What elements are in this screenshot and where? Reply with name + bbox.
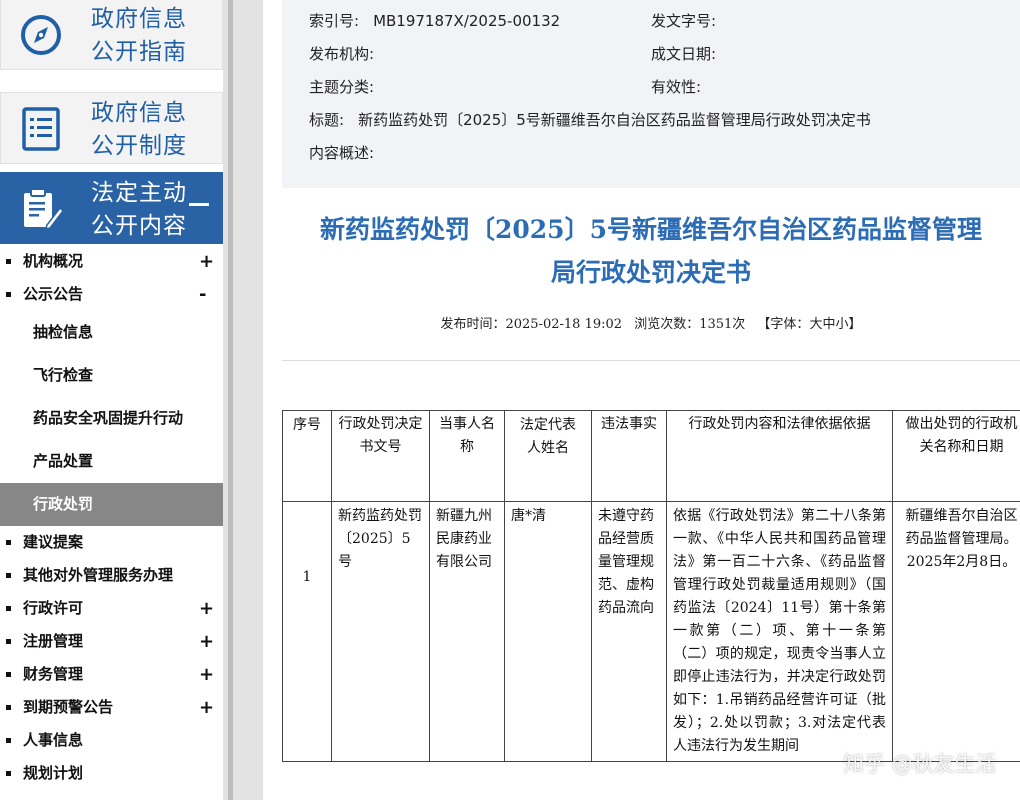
sidebar: 政府信息 公开指南 政府信息 公开制度 法定主动 公开内容 机构概况 + 公示公… — [0, 0, 223, 800]
cell-content: 依据《行政处罚法》第二十八条第一款、《中华人民共和国药品管理法》第一百二十六条、… — [666, 501, 893, 762]
col-header-facts: 违法事实 — [591, 410, 667, 502]
expand-icon[interactable]: + — [199, 658, 214, 691]
col-header-authority: 做出处罚的行政机关名称和日期 — [892, 410, 1020, 502]
cell-facts: 未遵守药品经营质量管理规范、虚构药品流向 — [591, 501, 667, 762]
document-edit-icon — [24, 188, 64, 231]
bullet-icon — [6, 573, 11, 578]
menu-item-admin-license[interactable]: 行政许可 + — [0, 592, 223, 625]
font-size-medium[interactable]: 中 — [822, 317, 835, 332]
public-info-system-button[interactable]: 政府信息 公开制度 — [0, 92, 223, 164]
bullet-icon — [6, 259, 11, 264]
public-info-system-label: 政府信息 公开制度 — [91, 100, 187, 159]
penalty-table: 序号 行政处罚决定书文号 当事人名称 法定代表人姓名 违法事实 行政处罚内容和法… — [282, 410, 1020, 762]
publisher: 发布机构: — [309, 45, 375, 63]
menu-item-announcements[interactable]: 公示公告 - — [0, 278, 223, 311]
statutory-disclosure-button[interactable]: 法定主动 公开内容 — [0, 172, 223, 244]
page-title: 新药监药处罚〔2025〕5号新疆维吾尔自治区药品监督管理 局行政处罚决定书 — [320, 215, 982, 287]
doc-number: 发文字号: — [651, 12, 717, 30]
menu-item-finance[interactable]: 财务管理 + — [0, 658, 223, 691]
index-number: 索引号: MB197187X/2025-00132 — [309, 12, 561, 30]
sub-item-administrative-penalty[interactable]: 行政处罚 — [0, 483, 223, 526]
expand-icon[interactable]: + — [199, 691, 214, 724]
divider-line — [228, 0, 233, 800]
font-size-small[interactable]: 小 — [835, 317, 848, 332]
view-count: 浏览次数：1351次 — [634, 317, 746, 332]
bullet-icon — [6, 738, 11, 743]
menu-item-personnel[interactable]: 人事信息 — [0, 724, 223, 757]
table-header-row: 序号 行政处罚决定书文号 当事人名称 法定代表人姓名 违法事实 行政处罚内容和法… — [282, 410, 1020, 502]
menu-item-proposals[interactable]: 建议提案 — [0, 526, 223, 559]
cell-no: 1 — [282, 501, 332, 762]
watermark: 知乎 @秋友生活 — [843, 752, 997, 776]
content-summary: 内容概述: — [309, 144, 375, 162]
cell-doc-no: 新药监药处罚〔2025〕5号 — [331, 501, 430, 762]
bullet-icon — [6, 540, 11, 545]
bullet-icon — [6, 606, 11, 611]
sub-item-sampling[interactable]: 抽检信息 — [0, 311, 223, 354]
collapse-icon[interactable] — [189, 203, 209, 206]
cell-legal-rep: 唐*清 — [504, 501, 592, 762]
table-row: 1 新药监药处罚〔2025〕5号 新疆九州民康药业有限公司 唐*清 未遵守药品经… — [282, 501, 1020, 762]
sidebar-divider — [223, 0, 263, 800]
cell-party: 新疆九州民康药业有限公司 — [429, 501, 505, 762]
list-document-icon — [22, 107, 60, 151]
sub-item-flight-inspection[interactable]: 飞行检查 — [0, 354, 223, 397]
sub-item-drug-safety-action[interactable]: 药品安全巩固提升行动 — [0, 397, 223, 440]
meta-title: 标题: 新药监药处罚〔2025〕5号新疆维吾尔自治区药品监督管理局行政处罚决定书 — [309, 111, 871, 129]
publish-time: 发布时间：2025-02-18 19:02 — [440, 317, 623, 332]
collapse-icon[interactable]: - — [199, 278, 206, 311]
menu-item-planning[interactable]: 规划计划 — [0, 757, 223, 790]
col-header-legal-rep: 法定代表人姓名 — [504, 410, 592, 502]
divider — [282, 360, 1020, 361]
bullet-icon — [6, 292, 11, 297]
expand-icon[interactable]: + — [199, 592, 214, 625]
main-content: 索引号: MB197187X/2025-00132 发文字号: 发布机构: 成文日… — [263, 0, 1020, 800]
col-header-content: 行政处罚内容和法律依据依据 — [666, 410, 893, 502]
public-info-guide-button[interactable]: 政府信息 公开指南 — [0, 0, 223, 70]
sub-item-product-disposal[interactable]: 产品处置 — [0, 440, 223, 483]
validity: 有效性: — [651, 78, 702, 96]
sidebar-menu: 机构概况 + 公示公告 - 抽检信息 飞行检查 药品安全巩固提升行动 产品处置 … — [0, 245, 223, 790]
topic-category: 主题分类: — [309, 78, 375, 96]
menu-item-external-services[interactable]: 其他对外管理服务办理 — [0, 559, 223, 592]
document-date: 成文日期: — [651, 45, 717, 63]
public-info-guide-label: 政府信息 公开指南 — [91, 6, 187, 65]
cell-authority: 新疆维吾尔自治区药品监督管理局。2025年2月8日。 — [892, 501, 1020, 762]
font-size-large[interactable]: 大 — [809, 317, 822, 332]
bullet-icon — [6, 672, 11, 677]
statutory-disclosure-label: 法定主动 公开内容 — [91, 180, 187, 239]
bullet-icon — [6, 639, 11, 644]
menu-item-expiry-warning[interactable]: 到期预警公告 + — [0, 691, 223, 724]
expand-icon[interactable]: + — [199, 625, 214, 658]
bullet-icon — [6, 771, 11, 776]
col-header-no: 序号 — [282, 410, 332, 502]
expand-icon[interactable]: + — [199, 245, 214, 278]
menu-item-organization[interactable]: 机构概况 + — [0, 245, 223, 278]
publish-info: 发布时间：2025-02-18 19:02 浏览次数：1351次 【字体：大中小… — [440, 317, 862, 332]
bullet-icon — [6, 705, 11, 710]
compass-icon — [21, 15, 61, 55]
col-header-party: 当事人名称 — [429, 410, 505, 502]
col-header-doc-no: 行政处罚决定书文号 — [331, 410, 430, 502]
menu-item-registration[interactable]: 注册管理 + — [0, 625, 223, 658]
document-metadata: 索引号: MB197187X/2025-00132 发文字号: 发布机构: 成文日… — [282, 0, 1020, 188]
